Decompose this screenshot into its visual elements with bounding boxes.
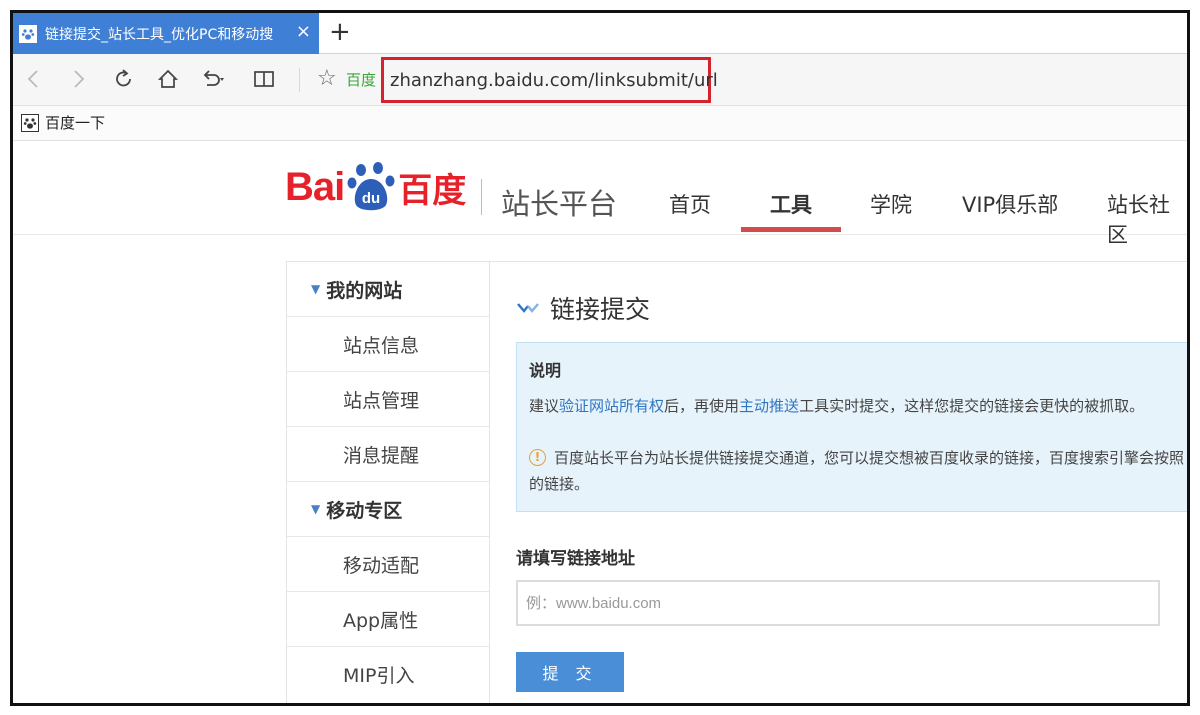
logo-du-text: du [362,190,380,207]
collapse-triangle-icon: ▼ [311,502,321,516]
nav-active-indicator [741,227,841,232]
address-bar-url: zhanzhang.baidu.com/linksubmit/url [390,69,718,91]
navigation-bar: ☆ 百度 zhanzhang.baidu.com/linksubmit/url [13,54,1187,106]
baidu-paw-logo-icon: du [346,161,396,213]
header-divider [481,179,482,215]
page-title-text: 链接提交 [550,295,651,324]
logo-baidu-cn-text: 百度 [398,170,467,211]
site-header: Bai du 百度 站长平台 首页 工具 学院 VIP俱乐部 站长社区 [13,141,1187,247]
bookmarks-bar: 百度一下 [13,106,1187,141]
sidebar-item-mobile-adapt[interactable]: 移动适配 [287,537,489,592]
screenshot-frame: 链接提交_站长工具_优化PC和移动搜 × + ☆ 百度 zhanzhang.ba… [10,10,1190,706]
home-icon[interactable] [153,64,183,94]
new-tab-button[interactable]: + [329,17,351,47]
back-icon[interactable] [19,64,49,94]
logo-bai-text: Bai [285,164,345,209]
refresh-icon[interactable] [109,64,139,94]
notice-text: 建议 [529,397,560,415]
verify-ownership-link[interactable]: 验证网站所有权 [559,397,664,415]
address-bar[interactable]: zhanzhang.baidu.com/linksubmit/url [381,57,718,103]
main-content: 链接提交 说明 建议验证网站所有权后，再使用主动推送工具实时提交，这样您提交的链… [490,261,1187,703]
notice-line-1: 建议验证网站所有权后，再使用主动推送工具实时提交，这样您提交的链接会更快的被抓取… [529,395,1144,416]
sidebar-group-mobile[interactable]: ▼ 移动专区 [287,482,489,537]
sidebar: ▼ 我的网站 站点信息 站点管理 消息提醒 ▼ 移动专区 移动适配 App属性 … [286,261,490,703]
notice-line-3: 的链接。 [529,475,590,493]
tab-title: 链接提交_站长工具_优化PC和移动搜 [45,26,274,43]
baidu-paw-favicon-icon [19,24,37,43]
baidu-paw-icon [21,113,39,132]
undo-close-tab-icon[interactable] [197,64,227,94]
submit-button[interactable]: 提 交 [516,652,624,692]
info-notice: 说明 建议验证网站所有权后，再使用主动推送工具实时提交，这样您提交的链接会更快的… [516,342,1187,512]
sidebar-group-label: 移动专区 [326,499,403,522]
toolbar-separator [299,68,300,92]
forward-icon[interactable] [63,64,93,94]
nav-home[interactable]: 首页 [669,189,711,219]
bookmark-star-icon[interactable]: ☆ [317,66,337,92]
reading-mode-icon[interactable] [249,64,279,94]
notice-text: 百度站长平台为站长提供链接提交通道，您可以提交想被百度收录的链接，百度搜索引擎会… [554,449,1185,467]
active-push-link[interactable]: 主动推送 [739,397,799,415]
sidebar-item-messages[interactable]: 消息提醒 [287,427,489,482]
tab-strip: 链接提交_站长工具_优化PC和移动搜 × + [13,13,1187,54]
sidebar-group-label: 我的网站 [326,279,403,302]
baidu-logo[interactable]: Bai du 百度 [285,161,466,213]
collapse-triangle-icon: ▼ [311,282,321,296]
notice-text: 后，再使用 [664,397,740,415]
site-badge: 百度 [346,71,377,89]
sidebar-item-app-attribute[interactable]: App属性 [287,592,489,647]
sidebar-group-my-sites[interactable]: ▼ 我的网站 [287,262,489,317]
sidebar-item-mip[interactable]: MIP引入 [287,647,489,702]
sidebar-item-site-management[interactable]: 站点管理 [287,372,489,427]
warning-icon: ! [529,449,546,466]
notice-line-2: ! 百度站长平台为站长提供链接提交通道，您可以提交想被百度收录的链接，百度搜索引… [529,447,1184,468]
bookmark-item[interactable]: 百度一下 [21,112,105,133]
tab-close-icon[interactable]: × [296,22,311,42]
link-url-input[interactable] [516,580,1160,626]
page-title: 链接提交 [516,290,650,326]
link-field-label: 请填写链接地址 [516,549,635,569]
nav-community[interactable]: 站长社区 [1107,189,1187,249]
nav-academy[interactable]: 学院 [870,189,912,219]
active-tab[interactable]: 链接提交_站长工具_优化PC和移动搜 × [13,13,319,54]
nav-vip-club[interactable]: VIP俱乐部 [962,189,1058,219]
nav-tools[interactable]: 工具 [770,189,812,219]
sidebar-item-site-info[interactable]: 站点信息 [287,317,489,372]
bookmark-label: 百度一下 [45,114,106,132]
platform-title: 站长平台 [501,187,618,221]
page-title-chevron-icon [517,303,539,313]
notice-text: 工具实时提交，这样您提交的链接会更快的被抓取。 [799,397,1145,415]
notice-heading: 说明 [529,361,562,380]
